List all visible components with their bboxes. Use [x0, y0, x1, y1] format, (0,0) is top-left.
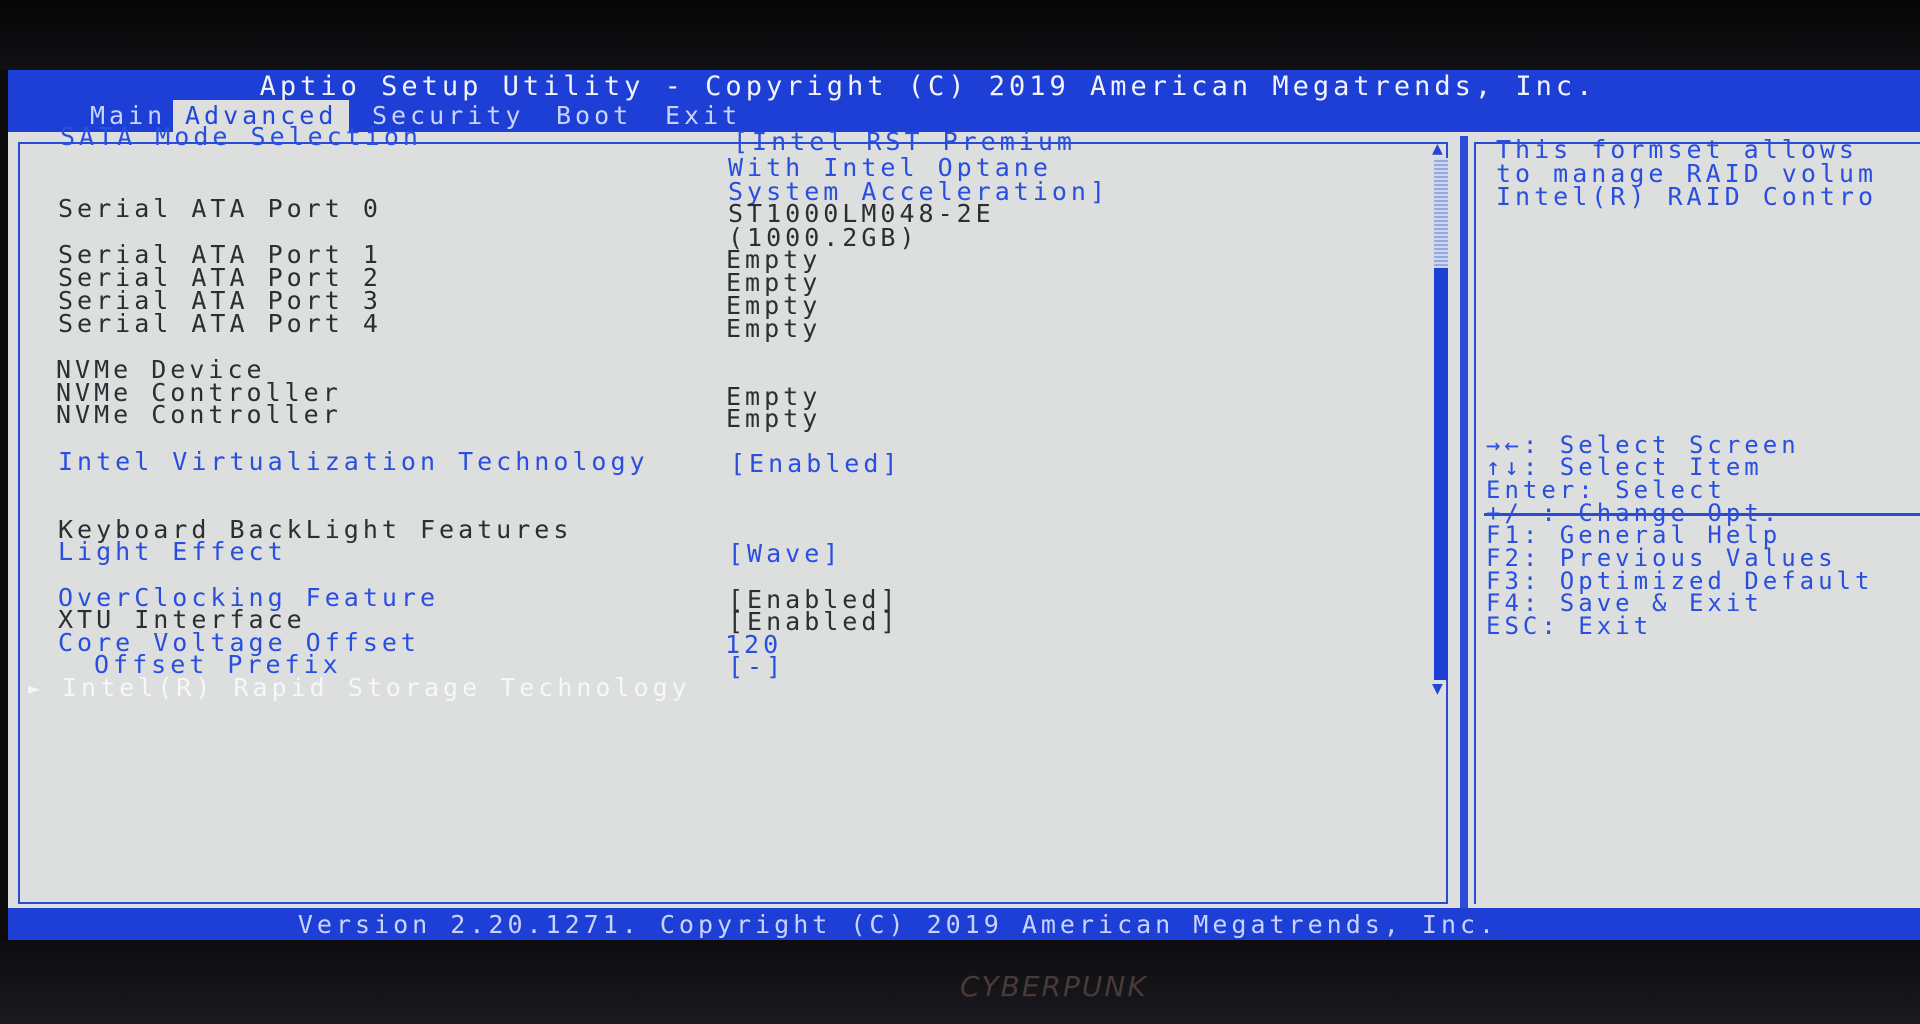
version-text: Version 2.20.1271. Copyright (C) 2019 Am… — [297, 910, 1499, 939]
serial-ata-port-4-value: Empty — [726, 314, 822, 343]
monitor-bezel-top — [0, 0, 1920, 70]
offset-prefix-value[interactable]: [-] — [728, 653, 785, 681]
nvme-controller-2-value: Empty — [726, 404, 822, 433]
help-line-3: Intel(R) RAID Contro — [1496, 182, 1878, 211]
scrollbar-thumb[interactable] — [1434, 268, 1448, 680]
key-esc-exit: ESC: Exit — [1486, 612, 1653, 640]
sata-mode-selection[interactable]: SATA Mode Selection — [60, 122, 422, 152]
footer-bar: Version 2.20.1271. Copyright (C) 2019 Am… — [8, 908, 1920, 942]
serial-ata-port-0: Serial ATA Port 0 — [58, 194, 382, 223]
nvme-controller-2: NVMe Controller — [56, 400, 342, 429]
intel-virtualization-technology[interactable]: Intel Virtualization Technology — [58, 447, 649, 477]
bios-screen: Aptio Setup Utility - Copyright (C) 2019… — [8, 70, 1920, 942]
serial-ata-port-4: Serial ATA Port 4 — [58, 309, 382, 338]
brand-logo: CYBERPUNK — [960, 970, 1148, 1003]
light-effect[interactable]: Light Effect — [58, 537, 287, 567]
submenu-arrow-icon: ► — [28, 676, 45, 700]
tab-boot[interactable]: Boot — [544, 100, 644, 132]
sata-mode-value-1[interactable]: [Intel RST Premium — [733, 128, 1076, 156]
scroll-up-icon[interactable]: ▲ — [1432, 138, 1443, 159]
light-effect-value[interactable]: [Wave] — [728, 540, 842, 568]
scroll-down-icon[interactable]: ▼ — [1432, 678, 1443, 699]
intel-virtualization-value[interactable]: [Enabled] — [730, 450, 901, 478]
panel-divider — [1460, 136, 1468, 910]
intel-rapid-storage-technology[interactable]: Intel(R) Rapid Storage Technology — [62, 673, 691, 703]
